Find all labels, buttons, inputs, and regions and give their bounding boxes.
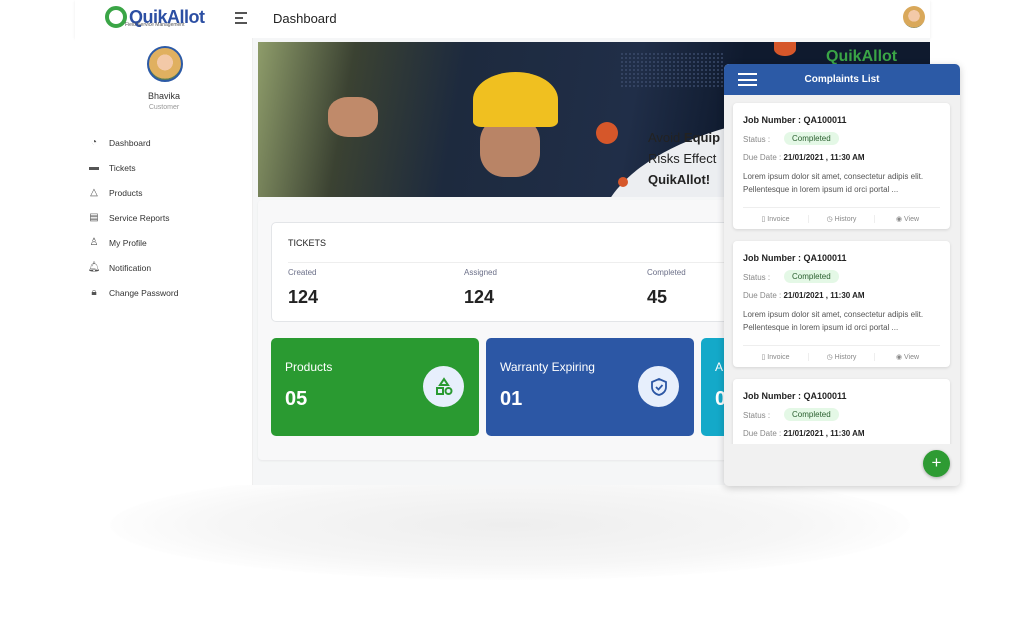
job-number: Job Number : QA100011 xyxy=(743,253,847,263)
status-badge: Completed xyxy=(784,132,839,145)
sidebar-nav: ◔ Dashboard ▬ Tickets △ Products ▤ Service R… xyxy=(87,130,179,305)
warranty-stat-card[interactable]: Warranty Expiring 01 xyxy=(486,338,694,436)
tickets-completed: Completed 45 xyxy=(647,268,686,307)
sidebar: Bhavika Customer ◔ Dashboard ▬ Tickets △ Pr… xyxy=(75,38,253,485)
bell-icon: 🔔︎ xyxy=(87,262,101,273)
user-name: Bhavika xyxy=(147,91,181,101)
add-complaint-button[interactable]: + xyxy=(923,450,950,477)
status-label: Status : xyxy=(743,273,771,282)
complaints-list-mobile: Complaints List Job Number : QA100011 St… xyxy=(724,64,960,486)
due-date: Due Date : 21/01/2021 , 11:30 AM xyxy=(743,153,865,162)
user-icon: ♙ xyxy=(89,237,99,248)
sidebar-item-label: Notification xyxy=(109,262,152,273)
drop-shadow xyxy=(110,470,910,580)
invoice-button[interactable]: ▯ Invoice xyxy=(743,352,809,361)
banner-accent-dot xyxy=(618,177,628,187)
tickets-assigned: Assigned 124 xyxy=(464,268,497,307)
profile-avatar xyxy=(147,46,183,82)
shield-check-icon xyxy=(638,366,679,407)
banner-line-2: Risks Effect xyxy=(648,151,717,166)
menu-toggle-icon[interactable] xyxy=(235,12,247,27)
sidebar-item-label: Tickets xyxy=(109,162,136,173)
sidebar-item-label: Change Password xyxy=(109,287,179,298)
complaint-card[interactable]: Job Number : QA100011 Status : Completed… xyxy=(733,241,950,367)
due-date: Due Date : 21/01/2021 , 11:30 AM xyxy=(743,291,865,300)
report-icon: ▤ xyxy=(89,212,99,223)
invoice-button[interactable]: ▯ Invoice xyxy=(743,214,809,223)
complaint-card[interactable]: Job Number : QA100011 Status : Completed… xyxy=(733,103,950,229)
user-avatar[interactable] xyxy=(903,6,925,28)
status-label: Status : xyxy=(743,411,771,420)
products-stat-card[interactable]: Products 05 xyxy=(271,338,479,436)
divider xyxy=(288,262,750,263)
banner-dot-pattern xyxy=(620,52,725,87)
shapes-icon: △ xyxy=(90,187,98,198)
view-button[interactable]: ◉ View xyxy=(875,215,940,223)
description: Lorem ipsum dolor sit amet, consectetur … xyxy=(743,310,924,332)
job-number: Job Number : QA100011 xyxy=(743,115,847,125)
sidebar-item-dashboard[interactable]: ◔ Dashboard xyxy=(87,130,178,155)
history-button[interactable]: ◷ History xyxy=(809,214,875,223)
sidebar-item-label: Products xyxy=(109,187,143,198)
description: Lorem ipsum dolor sit amet, consectetur … xyxy=(743,172,924,194)
sidebar-item-label: Dashboard xyxy=(109,137,151,148)
complaints-title: Complaints List xyxy=(804,74,880,85)
banner-photo-helmet xyxy=(473,72,558,127)
banner-accent-dot xyxy=(774,42,796,56)
due-date: Due Date : 21/01/2021 , 11:30 AM xyxy=(743,429,865,438)
tickets-title: TICKETS xyxy=(288,238,327,248)
header: QuikAllot Field Service Management Dashb… xyxy=(75,0,930,38)
status-label: Status : xyxy=(743,135,771,144)
shapes-icon xyxy=(423,366,464,407)
sidebar-item-label: Service Reports xyxy=(109,212,170,223)
sidebar-item-products[interactable]: △ Products xyxy=(87,180,178,205)
history-button[interactable]: ◷ History xyxy=(809,352,875,361)
dashboard-icon: ◔ xyxy=(90,137,98,148)
view-button[interactable]: ◉ View xyxy=(875,353,940,361)
tickets-card: TICKETS 0 Created124 Assigned124 Complet… xyxy=(271,222,751,322)
page-title: Dashboard xyxy=(273,11,337,26)
lock-icon: 🔒︎ xyxy=(91,287,97,298)
banner-line-1: Avoid Equip xyxy=(648,130,721,145)
logo-subtitle: Field Service Management xyxy=(125,22,185,28)
logo-mark-icon xyxy=(105,6,127,28)
complaints-header: Complaints List xyxy=(724,64,960,95)
job-number: Job Number : QA100011 xyxy=(743,391,847,401)
sidebar-item-change-password[interactable]: 🔒︎ Change Password xyxy=(87,280,178,305)
ticket-icon: ▬ xyxy=(89,162,99,173)
sidebar-item-label: My Profile xyxy=(109,237,147,248)
banner-photo-hand xyxy=(328,97,378,137)
tickets-created: Created 124 xyxy=(288,268,319,307)
sidebar-item-tickets[interactable]: ▬ Tickets xyxy=(87,155,178,180)
sidebar-item-my-profile[interactable]: ♙ My Profile xyxy=(87,230,178,255)
status-badge: Completed xyxy=(784,408,839,421)
sidebar-item-notification[interactable]: 🔔︎ Notification xyxy=(87,255,178,280)
banner-accent-dot xyxy=(596,122,618,144)
user-role: Customer xyxy=(148,104,180,111)
status-badge: Completed xyxy=(784,270,839,283)
banner-line-3: QuikAllot! xyxy=(648,172,711,187)
sidebar-item-service-reports[interactable]: ▤ Service Reports xyxy=(87,205,178,230)
